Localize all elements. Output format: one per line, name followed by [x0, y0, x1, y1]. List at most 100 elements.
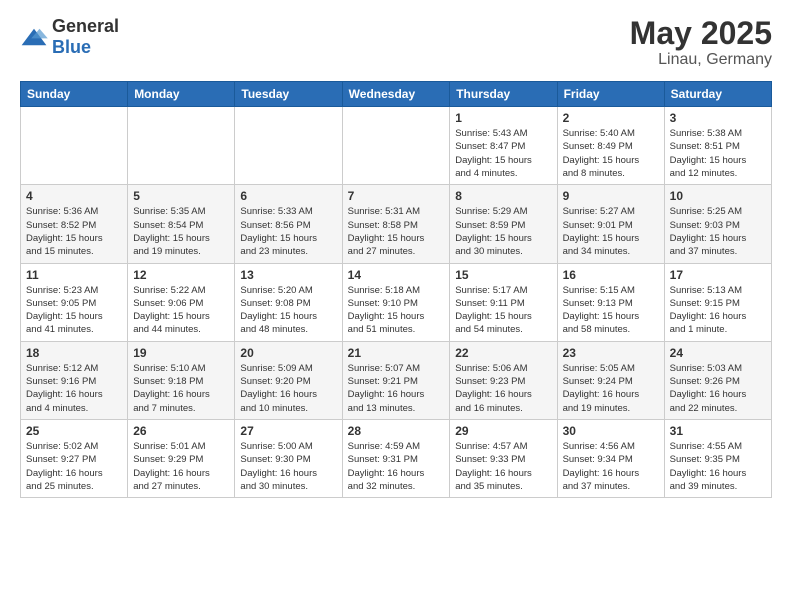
day-number: 25	[26, 424, 122, 438]
calendar-title: May 2025	[630, 16, 772, 51]
calendar-cell: 8 Sunrise: 5:29 AM Sunset: 8:59 PM Daylig…	[450, 185, 557, 263]
calendar-cell	[128, 107, 235, 185]
day-info: Sunrise: 5:10 AM Sunset: 9:18 PM Dayligh…	[133, 362, 229, 415]
calendar-cell: 22Sunrise: 5:06 AM Sunset: 9:23 PM Dayli…	[450, 341, 557, 419]
week-row-4: 18 Sunrise: 5:12 AM Sunset: 9:16 PM Dayli…	[21, 341, 772, 419]
calendar-cell: 28 Sunrise: 4:59 AM Sunset: 9:31 PM Dayli…	[342, 419, 450, 497]
day-number: 28	[348, 424, 445, 438]
day-info: Sunrise: 5:31 AM Sunset: 8:58 PM Dayligh…	[348, 205, 445, 258]
calendar-cell: 2 Sunrise: 5:40 AM Sunset: 8:49 PM Daylig…	[557, 107, 664, 185]
day-number: 29	[455, 424, 551, 438]
calendar-cell: 17Sunrise: 5:13 AM Sunset: 9:15 PM Dayli…	[664, 263, 771, 341]
calendar-cell: 24 Sunrise: 5:03 AM Sunset: 9:26 PM Dayli…	[664, 341, 771, 419]
calendar-cell: 13 Sunrise: 5:20 AM Sunset: 9:08 PM Dayli…	[235, 263, 342, 341]
logo-icon	[20, 26, 48, 48]
day-number: 21	[348, 346, 445, 360]
calendar-body: 1Sunrise: 5:43 AM Sunset: 8:47 PM Daylig…	[21, 107, 772, 498]
calendar-cell: 10 Sunrise: 5:25 AM Sunset: 9:03 PM Dayli…	[664, 185, 771, 263]
header-day-saturday: Saturday	[664, 82, 771, 107]
day-number: 20	[240, 346, 336, 360]
day-info: Sunrise: 4:55 AM Sunset: 9:35 PM Dayligh…	[670, 440, 766, 493]
calendar-cell: 7Sunrise: 5:31 AM Sunset: 8:58 PM Daylig…	[342, 185, 450, 263]
day-info: Sunrise: 5:43 AM Sunset: 8:47 PM Dayligh…	[455, 127, 551, 180]
calendar-cell: 16Sunrise: 5:15 AM Sunset: 9:13 PM Dayli…	[557, 263, 664, 341]
day-info: Sunrise: 5:05 AM Sunset: 9:24 PM Dayligh…	[563, 362, 659, 415]
day-number: 12	[133, 268, 229, 282]
day-number: 6	[240, 189, 336, 203]
day-number: 19	[133, 346, 229, 360]
week-row-1: 1Sunrise: 5:43 AM Sunset: 8:47 PM Daylig…	[21, 107, 772, 185]
day-info: Sunrise: 5:27 AM Sunset: 9:01 PM Dayligh…	[563, 205, 659, 258]
header-day-sunday: Sunday	[21, 82, 128, 107]
day-info: Sunrise: 5:29 AM Sunset: 8:59 PM Dayligh…	[455, 205, 551, 258]
day-info: Sunrise: 5:38 AM Sunset: 8:51 PM Dayligh…	[670, 127, 766, 180]
day-info: Sunrise: 5:18 AM Sunset: 9:10 PM Dayligh…	[348, 284, 445, 337]
day-number: 30	[563, 424, 659, 438]
day-number: 18	[26, 346, 122, 360]
day-number: 17	[670, 268, 766, 282]
calendar-cell: 11Sunrise: 5:23 AM Sunset: 9:05 PM Dayli…	[21, 263, 128, 341]
day-number: 22	[455, 346, 551, 360]
logo-text-general: General	[52, 16, 119, 36]
calendar-cell: 21 Sunrise: 5:07 AM Sunset: 9:21 PM Dayli…	[342, 341, 450, 419]
logo-text-blue: Blue	[52, 37, 91, 57]
day-info: Sunrise: 5:23 AM Sunset: 9:05 PM Dayligh…	[26, 284, 122, 337]
day-number: 27	[240, 424, 336, 438]
header-day-friday: Friday	[557, 82, 664, 107]
calendar-cell: 18 Sunrise: 5:12 AM Sunset: 9:16 PM Dayli…	[21, 341, 128, 419]
calendar-cell: 29 Sunrise: 4:57 AM Sunset: 9:33 PM Dayli…	[450, 419, 557, 497]
day-info: Sunrise: 5:33 AM Sunset: 8:56 PM Dayligh…	[240, 205, 336, 258]
day-info: Sunrise: 4:56 AM Sunset: 9:34 PM Dayligh…	[563, 440, 659, 493]
day-info: Sunrise: 5:22 AM Sunset: 9:06 PM Dayligh…	[133, 284, 229, 337]
day-info: Sunrise: 5:12 AM Sunset: 9:16 PM Dayligh…	[26, 362, 122, 415]
day-info: Sunrise: 5:00 AM Sunset: 9:30 PM Dayligh…	[240, 440, 336, 493]
day-number: 23	[563, 346, 659, 360]
calendar-cell	[342, 107, 450, 185]
day-info: Sunrise: 5:20 AM Sunset: 9:08 PM Dayligh…	[240, 284, 336, 337]
day-info: Sunrise: 4:59 AM Sunset: 9:31 PM Dayligh…	[348, 440, 445, 493]
calendar-cell: 20 Sunrise: 5:09 AM Sunset: 9:20 PM Dayli…	[235, 341, 342, 419]
day-number: 26	[133, 424, 229, 438]
calendar-cell: 9Sunrise: 5:27 AM Sunset: 9:01 PM Daylig…	[557, 185, 664, 263]
header-day-thursday: Thursday	[450, 82, 557, 107]
day-number: 4	[26, 189, 122, 203]
calendar-header: SundayMondayTuesdayWednesdayThursdayFrid…	[21, 82, 772, 107]
day-info: Sunrise: 5:01 AM Sunset: 9:29 PM Dayligh…	[133, 440, 229, 493]
day-number: 2	[563, 111, 659, 125]
calendar-cell: 26 Sunrise: 5:01 AM Sunset: 9:29 PM Dayli…	[128, 419, 235, 497]
logo: General Blue	[20, 16, 119, 58]
day-number: 14	[348, 268, 445, 282]
week-row-5: 25 Sunrise: 5:02 AM Sunset: 9:27 PM Dayli…	[21, 419, 772, 497]
day-info: Sunrise: 5:40 AM Sunset: 8:49 PM Dayligh…	[563, 127, 659, 180]
day-number: 31	[670, 424, 766, 438]
calendar-cell: 27 Sunrise: 5:00 AM Sunset: 9:30 PM Dayli…	[235, 419, 342, 497]
header-day-monday: Monday	[128, 82, 235, 107]
day-number: 24	[670, 346, 766, 360]
calendar-cell: 15Sunrise: 5:17 AM Sunset: 9:11 PM Dayli…	[450, 263, 557, 341]
calendar-cell: 12 Sunrise: 5:22 AM Sunset: 9:06 PM Dayli…	[128, 263, 235, 341]
calendar-cell	[21, 107, 128, 185]
title-area: May 2025 Linau, Germany	[630, 16, 772, 69]
day-info: Sunrise: 5:25 AM Sunset: 9:03 PM Dayligh…	[670, 205, 766, 258]
day-info: Sunrise: 5:36 AM Sunset: 8:52 PM Dayligh…	[26, 205, 122, 258]
calendar-cell: 4 Sunrise: 5:36 AM Sunset: 8:52 PM Daylig…	[21, 185, 128, 263]
calendar-cell: 1Sunrise: 5:43 AM Sunset: 8:47 PM Daylig…	[450, 107, 557, 185]
day-info: Sunrise: 5:35 AM Sunset: 8:54 PM Dayligh…	[133, 205, 229, 258]
day-info: Sunrise: 5:09 AM Sunset: 9:20 PM Dayligh…	[240, 362, 336, 415]
week-row-3: 11Sunrise: 5:23 AM Sunset: 9:05 PM Dayli…	[21, 263, 772, 341]
day-number: 16	[563, 268, 659, 282]
calendar-cell: 14 Sunrise: 5:18 AM Sunset: 9:10 PM Dayli…	[342, 263, 450, 341]
day-info: Sunrise: 5:07 AM Sunset: 9:21 PM Dayligh…	[348, 362, 445, 415]
day-info: Sunrise: 5:02 AM Sunset: 9:27 PM Dayligh…	[26, 440, 122, 493]
day-info: Sunrise: 5:03 AM Sunset: 9:26 PM Dayligh…	[670, 362, 766, 415]
calendar-cell: 19 Sunrise: 5:10 AM Sunset: 9:18 PM Dayli…	[128, 341, 235, 419]
calendar-cell: 25 Sunrise: 5:02 AM Sunset: 9:27 PM Dayli…	[21, 419, 128, 497]
calendar-cell: 31 Sunrise: 4:55 AM Sunset: 9:35 PM Dayli…	[664, 419, 771, 497]
day-number: 10	[670, 189, 766, 203]
day-number: 13	[240, 268, 336, 282]
calendar-cell: 23 Sunrise: 5:05 AM Sunset: 9:24 PM Dayli…	[557, 341, 664, 419]
day-number: 5	[133, 189, 229, 203]
calendar-cell: 30 Sunrise: 4:56 AM Sunset: 9:34 PM Dayli…	[557, 419, 664, 497]
day-number: 8	[455, 189, 551, 203]
day-info: Sunrise: 4:57 AM Sunset: 9:33 PM Dayligh…	[455, 440, 551, 493]
